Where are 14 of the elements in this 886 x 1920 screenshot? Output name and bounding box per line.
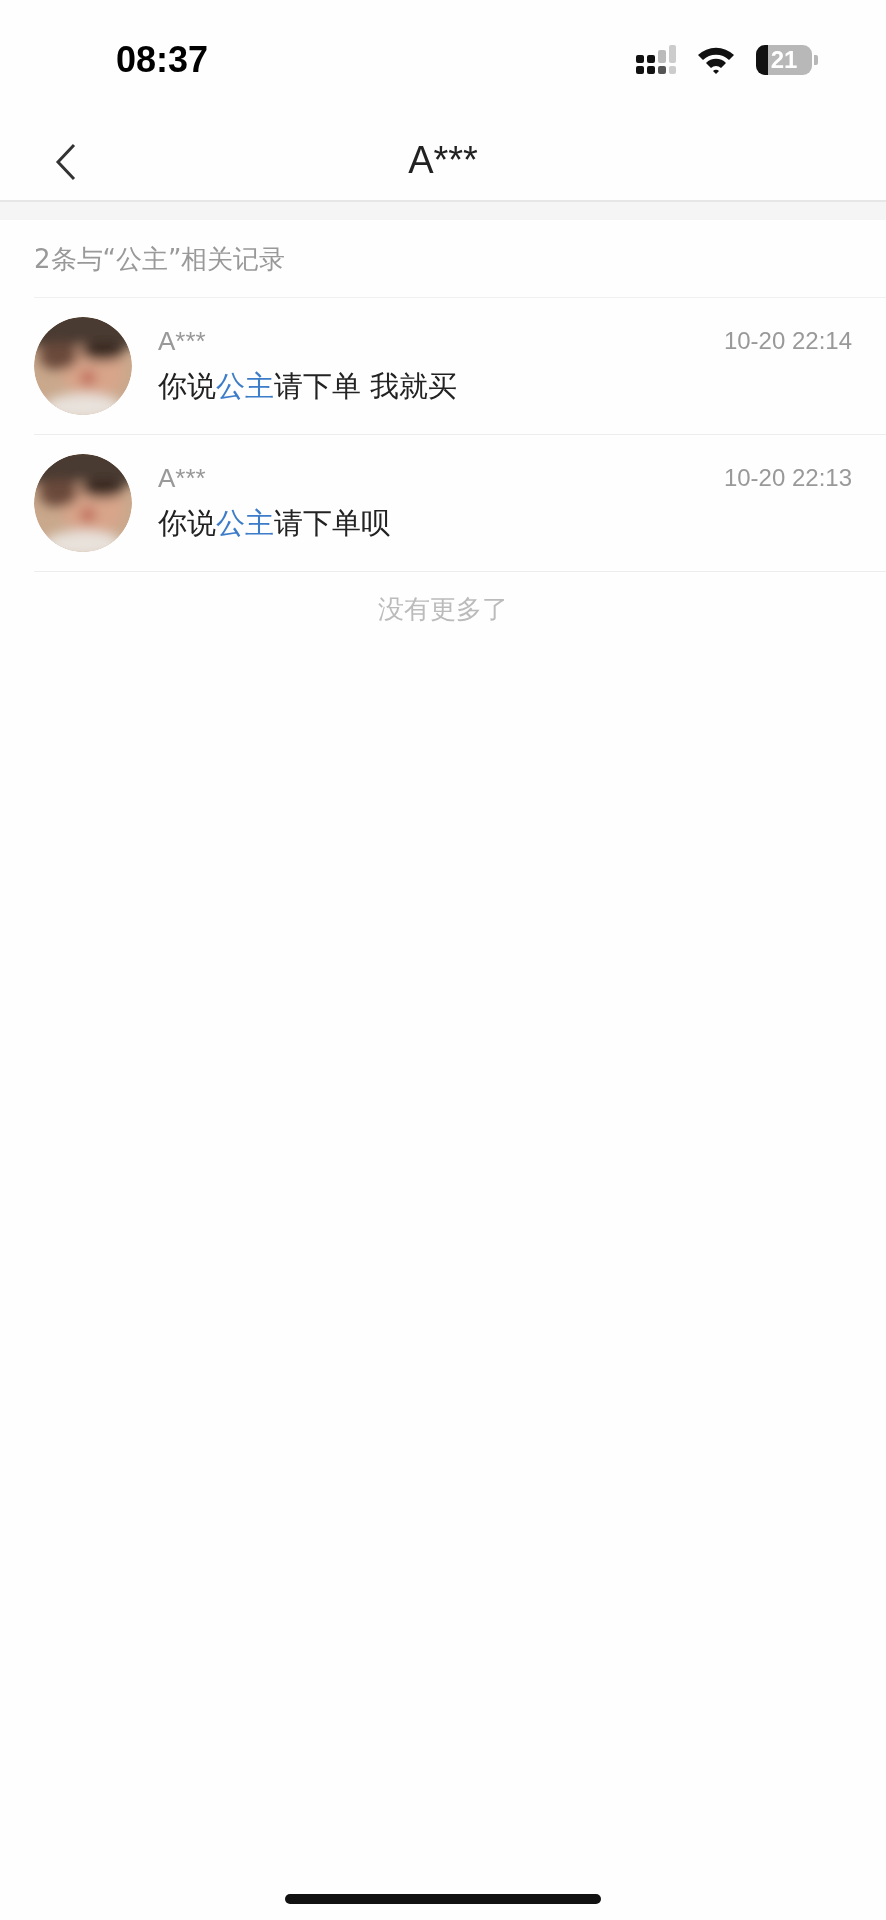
message-time: 10-20 22:14 bbox=[723, 327, 852, 355]
wifi-icon bbox=[696, 45, 736, 75]
message-text: 你说公主请下单 我就买 bbox=[158, 367, 459, 405]
result-count: 2条与“公主”相关记录 bbox=[34, 220, 886, 298]
search-result-row[interactable]: A*** 10-20 22:13 你说公主请下单呗 bbox=[34, 435, 886, 572]
message-text: 你说公主请下单呗 bbox=[158, 504, 391, 542]
status-time: 08:37 bbox=[116, 39, 209, 81]
sender-name: A*** bbox=[158, 462, 206, 494]
message-time: 10-20 22:13 bbox=[723, 464, 852, 492]
signal-icon bbox=[636, 45, 676, 75]
search-result-row[interactable]: A*** 10-20 22:14 你说公主请下单 我就买 bbox=[34, 298, 886, 435]
end-of-list-text: 没有更多了 bbox=[378, 594, 508, 624]
page-title: A*** bbox=[408, 138, 478, 182]
sender-name: A*** bbox=[158, 325, 206, 357]
